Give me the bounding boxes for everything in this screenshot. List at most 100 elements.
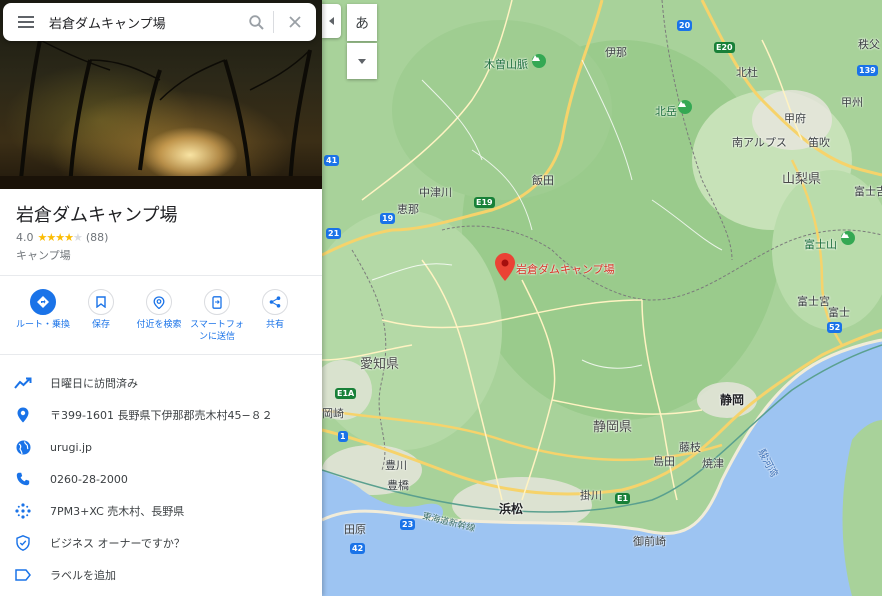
star-rating-icon: ★★★★★	[37, 231, 83, 244]
map-label-hamamatsu: 浜松	[499, 502, 524, 516]
map-label-kiso: 木曽山脈	[484, 58, 528, 71]
bookmark-icon	[88, 289, 114, 315]
directions-icon	[30, 289, 56, 315]
website-row[interactable]: urugi.jp	[0, 431, 322, 463]
address-row[interactable]: 〒399-1601 長野県下伊那郡売木村45−８２	[0, 399, 322, 431]
marker-label[interactable]: 岩倉ダムキャンプ場	[516, 261, 615, 277]
clear-search-button[interactable]	[274, 16, 316, 28]
map-label-kai: 甲州	[841, 96, 863, 109]
search-box: 岩倉ダムキャンプ場	[3, 3, 316, 41]
send-to-phone-icon	[204, 289, 230, 315]
phone-icon	[16, 472, 30, 486]
share-button[interactable]: 共有	[246, 289, 304, 343]
plus-code-icon	[15, 503, 31, 519]
menu-icon	[18, 16, 34, 28]
save-button[interactable]: 保存	[72, 289, 130, 343]
share-label: 共有	[265, 320, 284, 330]
label-icon	[15, 569, 31, 581]
route-shield: E19	[474, 197, 495, 208]
divider	[0, 275, 322, 276]
add-label-row[interactable]: ラベルを追加	[0, 559, 322, 591]
search-icon	[248, 14, 264, 30]
review-count[interactable]: (88)	[86, 231, 109, 244]
map-label-okazaki: 岡崎	[322, 407, 344, 420]
map-canvas[interactable]: 木曽山脈 伊那 北杜 北岳 南アルプス 甲府 甲州 秩父 笛吹 山梨県 富士吉 …	[322, 0, 882, 596]
route-shield: 139	[857, 65, 878, 76]
language-toggle-button[interactable]: あ	[347, 4, 377, 41]
route-shield: 23	[400, 519, 416, 530]
map-label-shizuoka-pref: 静岡県	[593, 420, 633, 435]
route-shield: 41	[324, 155, 340, 166]
mountain-icon	[678, 100, 692, 114]
map-label-iida: 飯田	[532, 174, 554, 187]
map-label-kitadake: 北岳	[655, 105, 677, 118]
trending-icon	[14, 377, 32, 389]
map-label-nakatsugawa: 中津川	[419, 186, 452, 199]
collapse-panel-button[interactable]	[322, 4, 341, 38]
website-text: urugi.jp	[50, 440, 93, 454]
place-title: 岩倉ダムキャンプ場	[16, 205, 178, 226]
menu-button[interactable]	[3, 3, 49, 41]
map-label-fuefuki: 笛吹	[808, 136, 830, 149]
route-shield: 21	[326, 228, 342, 239]
phone-text: 0260-28-2000	[50, 472, 128, 486]
map-label-shizuoka: 静岡	[720, 393, 745, 407]
route-shield: 19	[380, 213, 396, 224]
route-shield: E1	[615, 493, 631, 504]
rating-row[interactable]: 4.0 ★★★★★ (88)	[16, 231, 108, 244]
map-label-fujieda: 藤枝	[679, 441, 701, 454]
plus-code-text: 7PM3+XC 売木村、長野県	[50, 505, 185, 518]
map-label-kofu: 甲府	[784, 112, 806, 125]
phone-row[interactable]: 0260-28-2000	[0, 463, 322, 495]
route-shield: 20	[677, 20, 693, 31]
map-label-fuji: 富士山	[804, 238, 837, 251]
claim-business-row[interactable]: ビジネス オーナーですか？	[0, 527, 322, 559]
map-label-toyohashi: 豊橋	[387, 479, 409, 492]
caret-down-icon	[358, 58, 366, 64]
shield-check-icon	[16, 535, 30, 551]
map-label-minami-alps: 南アルプス	[732, 136, 787, 149]
plus-code-row[interactable]: 7PM3+XC 売木村、長野県	[0, 495, 322, 527]
route-shield: E1A	[335, 388, 357, 399]
globe-icon	[16, 440, 30, 454]
place-panel: 岩倉ダムキャンプ場 岩倉ダムキャンプ場 4.0 ★★★★★ (88) キャンプ場…	[0, 0, 322, 596]
directions-label: ルート・乗換	[15, 320, 70, 330]
map-label-fujiyoshida: 富士吉	[854, 185, 882, 198]
nearby-button[interactable]: 付近を検索	[130, 289, 188, 343]
mountain-icon	[532, 54, 546, 68]
map-label-shimada: 島田	[653, 455, 675, 468]
map-label-tahara: 田原	[344, 523, 366, 536]
map-label-fujinomiya: 富士宮	[797, 295, 830, 308]
place-category[interactable]: キャンプ場	[16, 247, 71, 263]
map-label-ina: 伊那	[605, 46, 627, 59]
map-label-fujicity: 富士	[828, 306, 850, 319]
location-pin-icon	[17, 407, 29, 423]
send-to-phone-label: スマートフォンに送信	[190, 320, 244, 342]
add-label-text: ラベルを追加	[50, 569, 116, 582]
send-to-phone-button[interactable]: スマートフォンに送信	[188, 289, 246, 343]
claim-business-text: ビジネス オーナーですか？	[50, 537, 185, 550]
map-label-omaezaki: 御前崎	[633, 535, 666, 548]
popular-times-row[interactable]: 日曜日に訪問済み	[0, 367, 322, 399]
search-input[interactable]: 岩倉ダムキャンプ場	[49, 13, 239, 32]
share-icon	[262, 289, 288, 315]
language-dropdown-button[interactable]	[347, 43, 377, 79]
route-shield: 52	[827, 322, 843, 333]
map-label-chichibu: 秩父	[858, 38, 880, 51]
directions-button[interactable]: ルート・乗換	[14, 289, 72, 343]
map-label-toyokawa: 豊川	[385, 459, 407, 472]
map-label-yamanashi: 山梨県	[782, 172, 822, 187]
mountain-icon	[841, 231, 855, 245]
map-pin-icon	[495, 253, 515, 281]
map-label-kakegawa: 掛川	[580, 489, 602, 502]
rating-value: 4.0	[16, 231, 34, 244]
close-icon	[289, 16, 301, 28]
map-label-hokuto: 北杜	[736, 66, 758, 79]
search-button[interactable]	[239, 14, 273, 30]
popular-times-text: 日曜日に訪問済み	[50, 377, 138, 390]
map-label-aichi: 愛知県	[360, 357, 400, 372]
route-shield: 42	[350, 543, 366, 554]
nearby-label: 付近を検索	[136, 320, 182, 330]
map-label-yaizu: 焼津	[702, 457, 724, 470]
action-bar: ルート・乗換 保存 付近を検索 スマートフォンに送信 共有	[0, 289, 322, 343]
